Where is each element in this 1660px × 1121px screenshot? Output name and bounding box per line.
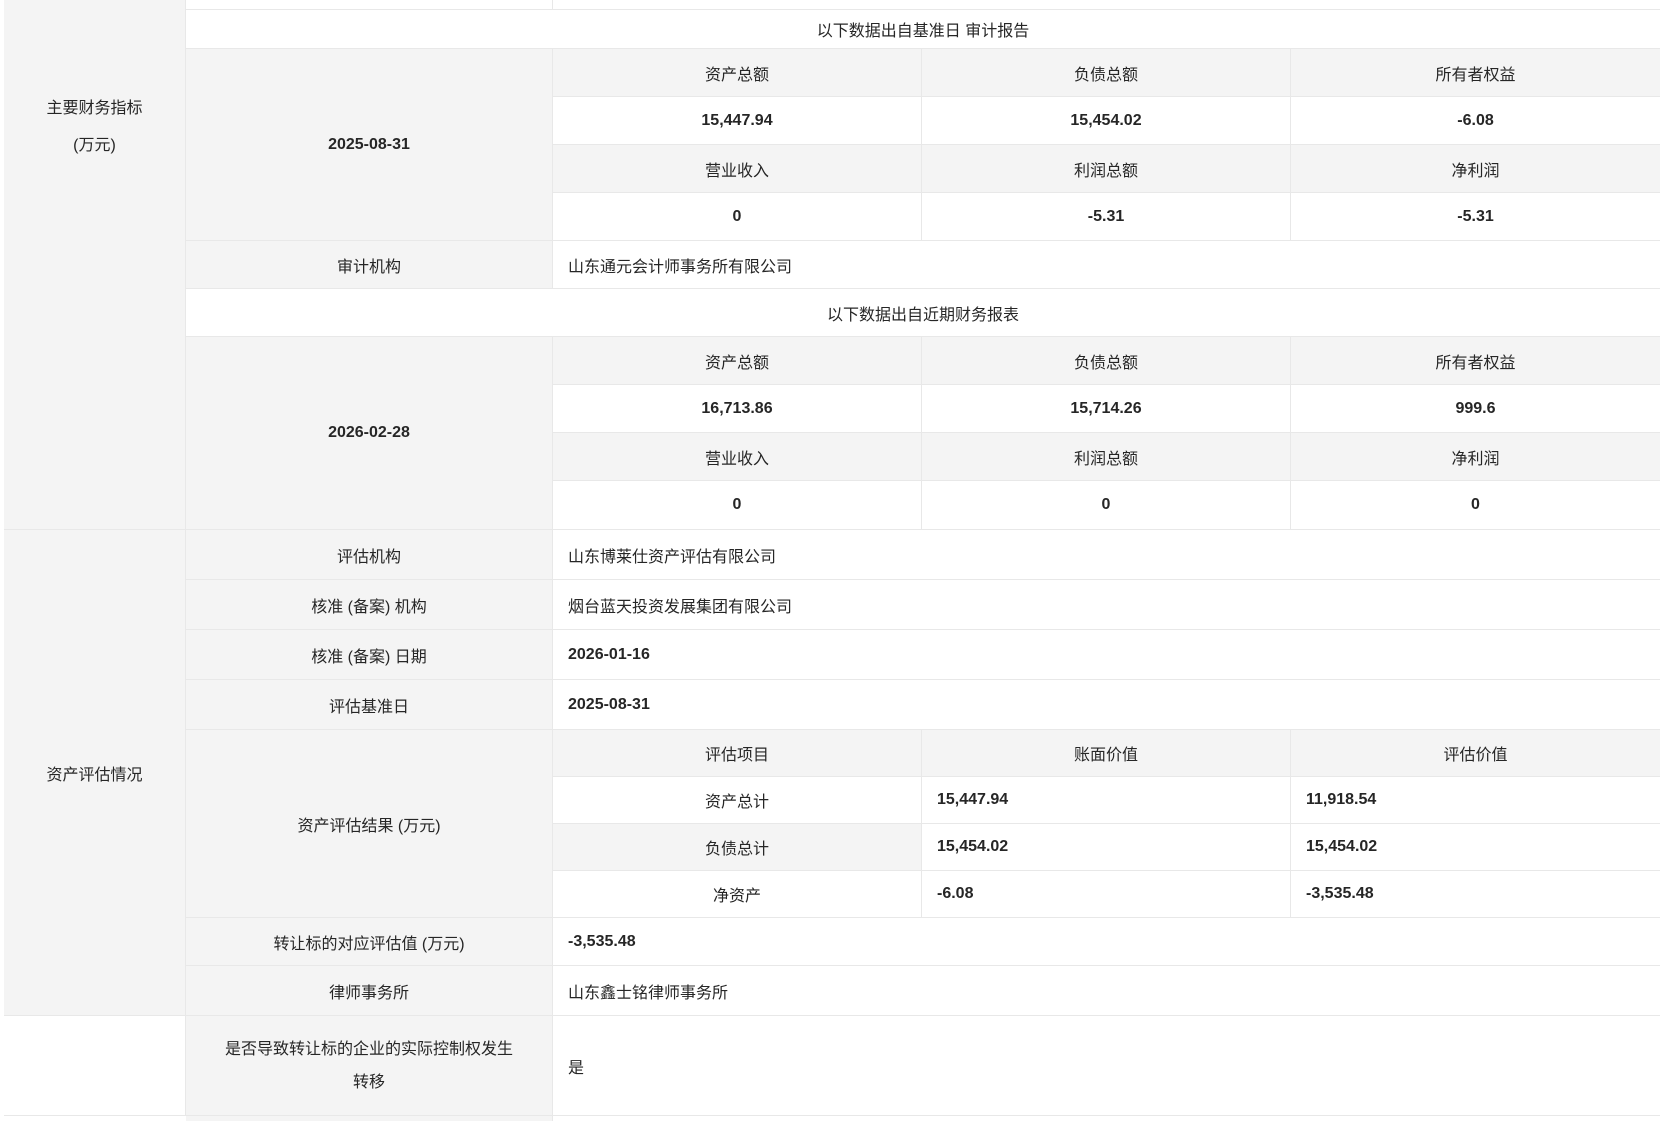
transfer-eval-value: -3,535.48 bbox=[553, 918, 1660, 966]
eval-agency-value: 山东博莱仕资产评估有限公司 bbox=[553, 530, 1660, 580]
control-transfer-value: 是 bbox=[553, 1016, 1660, 1116]
eval-agency-label: 评估机构 bbox=[186, 530, 553, 580]
section-control-title-area bbox=[4, 1016, 186, 1116]
law-firm-value: 山东鑫士铭律师事务所 bbox=[553, 966, 1660, 1016]
next-row-sliver-value bbox=[553, 1116, 1660, 1121]
section-title-finance-text: 主要财务指标 bbox=[46, 90, 142, 127]
transfer-eval-label: 转让标的对应评估值 (万元) bbox=[186, 918, 553, 966]
header-total-profit: 利润总额 bbox=[922, 145, 1291, 193]
eval-row-total-liabilities-eval: 15,454.02 bbox=[1291, 824, 1660, 871]
header-owner-equity-recent: 所有者权益 bbox=[1291, 337, 1660, 385]
value-total-profit: -5.31 bbox=[922, 193, 1291, 241]
financial-info-table: 主要财务指标 (万元) 以下数据出自基准日 审计报告 2025-08-31 资产… bbox=[4, 0, 1660, 1121]
eval-base-date-label: 评估基准日 bbox=[186, 680, 553, 730]
header-net-profit-recent: 净利润 bbox=[1291, 433, 1660, 481]
approval-date-value: 2026-01-16 bbox=[553, 630, 1660, 680]
audit-agency-value: 山东通元会计师事务所有限公司 bbox=[553, 241, 1660, 289]
audit-agency-label: 审计机构 bbox=[186, 241, 553, 289]
value-net-profit-recent: 0 bbox=[1291, 481, 1660, 530]
header-total-liabilities-recent: 负债总额 bbox=[922, 337, 1291, 385]
eval-item-header: 评估项目 bbox=[553, 730, 922, 777]
next-row-sliver-label bbox=[186, 1116, 553, 1121]
eval-value-header: 评估价值 bbox=[1291, 730, 1660, 777]
eval-row-net-assets-label: 净资产 bbox=[553, 871, 922, 918]
section-title-finance-unit: (万元) bbox=[73, 127, 116, 164]
book-value-header: 账面价值 bbox=[922, 730, 1291, 777]
header-owner-equity: 所有者权益 bbox=[1291, 49, 1660, 97]
header-operating-income: 营业收入 bbox=[553, 145, 922, 193]
previous-row-sliver-value bbox=[553, 0, 1660, 10]
next-row-sliver-left bbox=[4, 1116, 186, 1121]
value-owner-equity-recent: 999.6 bbox=[1291, 385, 1660, 433]
eval-row-net-assets-book: -6.08 bbox=[922, 871, 1291, 918]
eval-row-total-assets-book: 15,447.94 bbox=[922, 777, 1291, 824]
value-total-liabilities-recent: 15,714.26 bbox=[922, 385, 1291, 433]
previous-row-sliver-label bbox=[186, 0, 553, 10]
value-net-profit: -5.31 bbox=[1291, 193, 1660, 241]
eval-row-net-assets-eval: -3,535.48 bbox=[1291, 871, 1660, 918]
eval-result-label: 资产评估结果 (万元) bbox=[186, 730, 553, 918]
recent-block-date: 2026-02-28 bbox=[186, 337, 553, 530]
header-total-assets-recent: 资产总额 bbox=[553, 337, 922, 385]
header-operating-income-recent: 营业收入 bbox=[553, 433, 922, 481]
section-title-finance: 主要财务指标 (万元) bbox=[4, 0, 186, 530]
audit-source-header: 以下数据出自基准日 审计报告 bbox=[186, 10, 1660, 49]
value-total-liabilities: 15,454.02 bbox=[922, 97, 1291, 145]
value-owner-equity: -6.08 bbox=[1291, 97, 1660, 145]
control-transfer-label: 是否导致转让标的企业的实际控制权发生转移 bbox=[186, 1016, 553, 1116]
law-firm-label: 律师事务所 bbox=[186, 966, 553, 1016]
audit-block-date: 2025-08-31 bbox=[186, 49, 553, 241]
header-total-profit-recent: 利润总额 bbox=[922, 433, 1291, 481]
value-total-assets: 15,447.94 bbox=[553, 97, 922, 145]
value-operating-income-recent: 0 bbox=[553, 481, 922, 530]
approval-agency-label: 核准 (备案) 机构 bbox=[186, 580, 553, 630]
header-total-assets: 资产总额 bbox=[553, 49, 922, 97]
approval-agency-value: 烟台蓝天投资发展集团有限公司 bbox=[553, 580, 1660, 630]
eval-row-total-liabilities-book: 15,454.02 bbox=[922, 824, 1291, 871]
eval-row-total-assets-label: 资产总计 bbox=[553, 777, 922, 824]
value-total-assets-recent: 16,713.86 bbox=[553, 385, 922, 433]
value-operating-income: 0 bbox=[553, 193, 922, 241]
header-net-profit: 净利润 bbox=[1291, 145, 1660, 193]
approval-date-label: 核准 (备案) 日期 bbox=[186, 630, 553, 680]
eval-base-date-value: 2025-08-31 bbox=[553, 680, 1660, 730]
value-total-profit-recent: 0 bbox=[922, 481, 1291, 530]
section-title-evaluation: 资产评估情况 bbox=[4, 530, 186, 1016]
eval-row-total-liabilities-label: 负债总计 bbox=[553, 824, 922, 871]
header-total-liabilities: 负债总额 bbox=[922, 49, 1291, 97]
eval-row-total-assets-eval: 11,918.54 bbox=[1291, 777, 1660, 824]
recent-source-header: 以下数据出自近期财务报表 bbox=[186, 289, 1660, 337]
